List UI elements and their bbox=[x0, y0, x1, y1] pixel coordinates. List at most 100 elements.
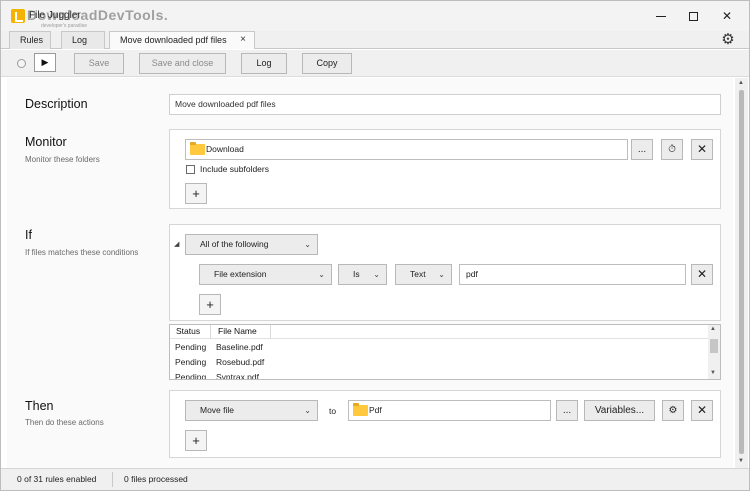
condition-value-input[interactable]: pdf bbox=[459, 264, 686, 285]
app-window: File Juggler DownloadDevTools. developer… bbox=[0, 0, 750, 491]
monitor-folder-field[interactable]: Download bbox=[185, 139, 628, 160]
scroll-up-icon[interactable]: ▲ bbox=[738, 80, 744, 86]
monitor-title: Monitor bbox=[25, 135, 67, 149]
file-name: Syntrax.pdf bbox=[216, 372, 259, 380]
chevron-down-icon: ⌄ bbox=[304, 406, 311, 415]
include-subfolders-checkbox[interactable] bbox=[186, 165, 195, 174]
content-scrollbar[interactable]: ▲ ▼ bbox=[735, 78, 748, 468]
destination-folder-field[interactable]: Pdf bbox=[348, 400, 551, 421]
scroll-thumb[interactable] bbox=[710, 339, 718, 353]
file-name: Baseline.pdf bbox=[216, 342, 263, 352]
add-condition-button[interactable]: + bbox=[199, 294, 221, 315]
minimize-icon bbox=[656, 16, 666, 18]
description-input[interactable]: Move downloaded pdf files bbox=[169, 94, 721, 115]
close-window-button[interactable]: ✕ bbox=[710, 1, 744, 31]
chevron-down-icon: ⌄ bbox=[318, 270, 325, 279]
status-divider bbox=[112, 472, 113, 487]
tab-rule-editor[interactable]: Move downloaded pdf files × bbox=[109, 31, 255, 49]
folder-icon bbox=[353, 403, 368, 416]
tab-rules[interactable]: Rules bbox=[9, 31, 51, 49]
actions-panel: Move file ⌄ to Pdf ... Variables... ⚙ ✕ … bbox=[169, 390, 721, 458]
toolbar: ▶ Save Save and close Log Copy bbox=[1, 50, 749, 77]
stopwatch-icon: ⏱ bbox=[668, 144, 676, 155]
save-and-close-button[interactable]: Save and close bbox=[139, 53, 226, 74]
run-button[interactable]: ▶ bbox=[34, 53, 56, 72]
watermark-subtitle: developer's paradise bbox=[41, 23, 87, 29]
conditions-panel: ◢ All of the following ⌄ File extension … bbox=[169, 224, 721, 321]
rule-enabled-indicator[interactable] bbox=[17, 59, 26, 68]
file-status: Pending bbox=[175, 372, 207, 380]
title-bar: File Juggler DownloadDevTools. developer… bbox=[1, 1, 749, 31]
rules-enabled-status: 0 of 31 rules enabled bbox=[17, 474, 97, 484]
chevron-down-icon: ⌄ bbox=[438, 270, 445, 279]
collapse-triangle-icon[interactable]: ◢ bbox=[174, 240, 179, 248]
close-icon: ✕ bbox=[696, 142, 708, 156]
action-type-value: Move file bbox=[200, 405, 235, 415]
monitor-panel: Download ... ⏱ ✕ Include subfolders + bbox=[169, 129, 721, 209]
folder-icon bbox=[190, 142, 205, 155]
close-icon: ✕ bbox=[721, 9, 733, 23]
variables-button[interactable]: Variables... bbox=[584, 400, 655, 421]
matched-files-list[interactable]: Status File Name Pending Baseline.pdf Pe… bbox=[169, 324, 721, 380]
condition-field-dropdown[interactable]: File extension ⌄ bbox=[199, 264, 332, 285]
file-list-header: Status File Name bbox=[170, 325, 708, 339]
close-icon: ✕ bbox=[696, 267, 708, 281]
files-processed-status: 0 files processed bbox=[124, 474, 188, 484]
scroll-down-icon[interactable]: ▼ bbox=[738, 458, 744, 464]
remove-action-button[interactable]: ✕ bbox=[691, 400, 713, 421]
monitor-subtitle: Monitor these folders bbox=[25, 155, 100, 164]
action-type-dropdown[interactable]: Move file ⌄ bbox=[185, 400, 318, 421]
log-button[interactable]: Log bbox=[241, 53, 287, 74]
gear-icon: ⚙ bbox=[668, 405, 678, 416]
to-label: to bbox=[329, 406, 337, 416]
scroll-up-icon[interactable]: ▲ bbox=[710, 326, 716, 332]
tab-close-icon[interactable]: × bbox=[240, 32, 246, 48]
add-folder-button[interactable]: + bbox=[185, 183, 207, 204]
condition-type-value: Text bbox=[410, 269, 426, 279]
then-title: Then bbox=[25, 399, 54, 413]
save-button[interactable]: Save bbox=[74, 53, 124, 74]
scroll-thumb[interactable] bbox=[739, 90, 744, 454]
destination-browse-button[interactable]: ... bbox=[556, 400, 578, 421]
column-file-name[interactable]: File Name bbox=[218, 326, 257, 336]
condition-operator-dropdown[interactable]: Is ⌄ bbox=[338, 264, 387, 285]
tab-bar: Rules Log Move downloaded pdf files × bbox=[1, 31, 749, 49]
monitor-browse-button[interactable]: ... bbox=[631, 139, 653, 160]
file-list-scrollbar[interactable]: ▲ ▼ bbox=[708, 325, 720, 379]
minimize-button[interactable] bbox=[644, 1, 678, 31]
tab-label: Move downloaded pdf files bbox=[120, 35, 227, 45]
scroll-down-icon[interactable]: ▼ bbox=[710, 370, 716, 376]
file-row[interactable]: Pending Rosebud.pdf bbox=[170, 355, 708, 370]
condition-type-dropdown[interactable]: Text ⌄ bbox=[395, 264, 452, 285]
remove-condition-button[interactable]: ✕ bbox=[691, 264, 713, 285]
watermark: DownloadDevTools. bbox=[27, 7, 169, 23]
tab-log[interactable]: Log bbox=[61, 31, 105, 49]
match-mode-dropdown[interactable]: All of the following ⌄ bbox=[185, 234, 318, 255]
maximize-icon bbox=[688, 12, 698, 22]
action-settings-button[interactable]: ⚙ bbox=[662, 400, 684, 421]
settings-gear-icon[interactable]: ⚙ bbox=[719, 31, 737, 49]
add-action-button[interactable]: + bbox=[185, 430, 207, 451]
column-divider bbox=[210, 325, 211, 339]
match-mode-value: All of the following bbox=[200, 239, 269, 249]
description-title: Description bbox=[25, 97, 88, 111]
maximize-button[interactable] bbox=[676, 1, 710, 31]
status-bar: 0 of 31 rules enabled 0 files processed bbox=[1, 468, 749, 490]
column-status[interactable]: Status bbox=[176, 326, 200, 336]
column-divider bbox=[270, 325, 271, 339]
destination-folder-text: Pdf bbox=[369, 405, 382, 415]
monitor-folder-text: Download bbox=[206, 144, 244, 154]
file-status: Pending bbox=[175, 357, 207, 367]
if-subtitle: If files matches these conditions bbox=[25, 248, 139, 257]
then-subtitle: Then do these actions bbox=[25, 418, 104, 427]
copy-button[interactable]: Copy bbox=[302, 53, 352, 74]
file-row[interactable]: Pending Syntrax.pdf bbox=[170, 370, 708, 380]
file-status: Pending bbox=[175, 342, 207, 352]
app-logo-icon bbox=[11, 9, 25, 23]
monitor-timer-button[interactable]: ⏱ bbox=[661, 139, 683, 160]
file-row[interactable]: Pending Baseline.pdf bbox=[170, 340, 708, 355]
if-title: If bbox=[25, 228, 32, 242]
rule-editor-content: Description Move downloaded pdf files Mo… bbox=[7, 78, 733, 468]
play-icon: ▶ bbox=[41, 57, 49, 67]
remove-folder-button[interactable]: ✕ bbox=[691, 139, 713, 160]
